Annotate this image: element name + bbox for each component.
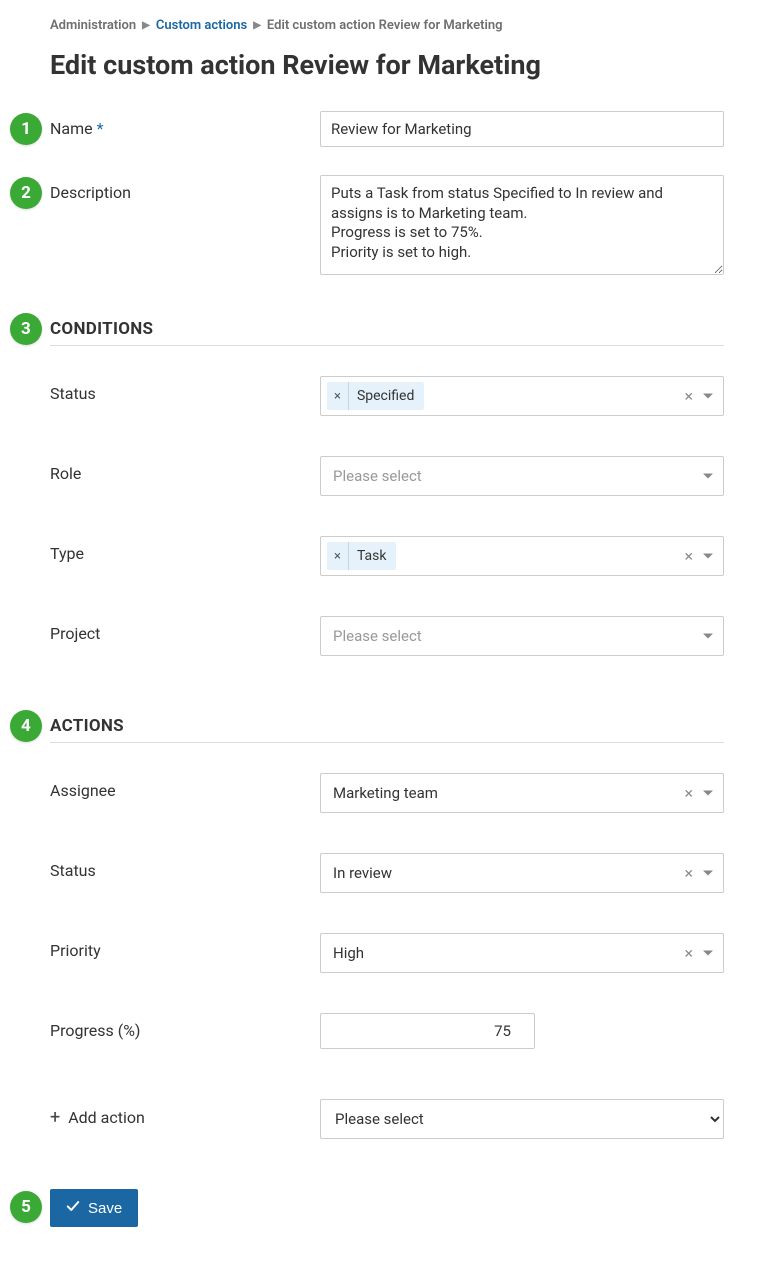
action-priority-label: Priority xyxy=(50,933,320,960)
condition-type-tag: × Task xyxy=(327,542,396,570)
clear-icon[interactable]: × xyxy=(684,784,693,803)
select-value: In review xyxy=(327,864,392,882)
clear-icon[interactable]: × xyxy=(684,944,693,963)
progress-input[interactable] xyxy=(320,1013,535,1049)
breadcrumb-current: Edit custom action Review for Marketing xyxy=(267,18,503,33)
action-status-row: Status In review × xyxy=(50,853,724,893)
action-assignee-row: Assignee Marketing team × xyxy=(50,773,724,813)
action-assignee-select[interactable]: Marketing team × xyxy=(320,773,724,813)
chevron-down-icon[interactable] xyxy=(703,394,713,399)
condition-status-label: Status xyxy=(50,376,320,403)
remove-tag-icon[interactable]: × xyxy=(327,382,349,410)
save-button-label: Save xyxy=(88,1200,122,1217)
description-input[interactable]: Puts a Task from status Specified to In … xyxy=(320,175,724,275)
chevron-down-icon[interactable] xyxy=(703,474,713,479)
action-progress-label: Progress (%) xyxy=(50,1013,320,1040)
condition-project-select[interactable]: Please select xyxy=(320,616,724,656)
condition-status-select[interactable]: × Specified × xyxy=(320,376,724,416)
description-label: Description xyxy=(50,175,320,202)
condition-status-tag: × Specified xyxy=(327,382,424,410)
chevron-down-icon[interactable] xyxy=(703,951,713,956)
chevron-down-icon[interactable] xyxy=(703,554,713,559)
add-action-row: + Add action Please select xyxy=(50,1099,724,1139)
tag-label: Specified xyxy=(349,388,424,404)
chevron-down-icon[interactable] xyxy=(703,871,713,876)
condition-type-label: Type xyxy=(50,536,320,563)
step-badge-4: 4 xyxy=(10,710,42,742)
select-placeholder: Please select xyxy=(327,467,422,485)
name-row: 1 Name * xyxy=(50,111,724,147)
breadcrumb-administration[interactable]: Administration xyxy=(50,18,136,33)
step-badge-3: 3 xyxy=(10,313,42,345)
step-badge-5: 5 xyxy=(10,1191,42,1223)
tag-label: Task xyxy=(349,548,397,564)
condition-role-row: Role Please select xyxy=(50,456,724,496)
select-placeholder: Please select xyxy=(327,627,422,645)
step-badge-2: 2 xyxy=(10,177,42,209)
step-badge-1: 1 xyxy=(10,113,42,145)
action-priority-select[interactable]: High × xyxy=(320,933,724,973)
action-assignee-label: Assignee xyxy=(50,773,320,800)
clear-icon[interactable]: × xyxy=(684,864,693,883)
action-status-select[interactable]: In review × xyxy=(320,853,724,893)
action-priority-row: Priority High × xyxy=(50,933,724,973)
add-action-label: + Add action xyxy=(50,1099,320,1128)
remove-tag-icon[interactable]: × xyxy=(327,542,349,570)
clear-icon[interactable]: × xyxy=(684,547,693,566)
conditions-header: 3 CONDITIONS xyxy=(50,319,724,346)
name-input[interactable] xyxy=(320,111,724,147)
required-indicator: * xyxy=(97,119,104,138)
select-value: High xyxy=(327,944,364,962)
breadcrumb: Administration ▶ Custom actions ▶ Edit c… xyxy=(50,18,724,33)
save-button[interactable]: Save xyxy=(50,1189,138,1227)
condition-role-select[interactable]: Please select xyxy=(320,456,724,496)
condition-type-row: Type × Task × xyxy=(50,536,724,576)
chevron-down-icon[interactable] xyxy=(703,791,713,796)
check-icon xyxy=(66,1199,80,1217)
chevron-right-icon: ▶ xyxy=(253,20,261,31)
chevron-right-icon: ▶ xyxy=(142,20,150,31)
condition-type-select[interactable]: × Task × xyxy=(320,536,724,576)
add-action-select[interactable]: Please select xyxy=(320,1099,724,1139)
action-status-label: Status xyxy=(50,853,320,880)
condition-status-row: Status × Specified × xyxy=(50,376,724,416)
condition-project-row: Project Please select xyxy=(50,616,724,656)
breadcrumb-custom-actions[interactable]: Custom actions xyxy=(156,18,247,33)
action-progress-row: Progress (%) xyxy=(50,1013,724,1049)
select-value: Marketing team xyxy=(327,784,438,802)
page-title: Edit custom action Review for Marketing xyxy=(50,49,724,81)
condition-role-label: Role xyxy=(50,456,320,483)
actions-header: 4 ACTIONS xyxy=(50,716,724,743)
condition-project-label: Project xyxy=(50,616,320,643)
description-row: 2 Description Puts a Task from status Sp… xyxy=(50,175,724,279)
chevron-down-icon[interactable] xyxy=(703,634,713,639)
clear-icon[interactable]: × xyxy=(684,387,693,406)
name-label: Name * xyxy=(50,111,320,138)
